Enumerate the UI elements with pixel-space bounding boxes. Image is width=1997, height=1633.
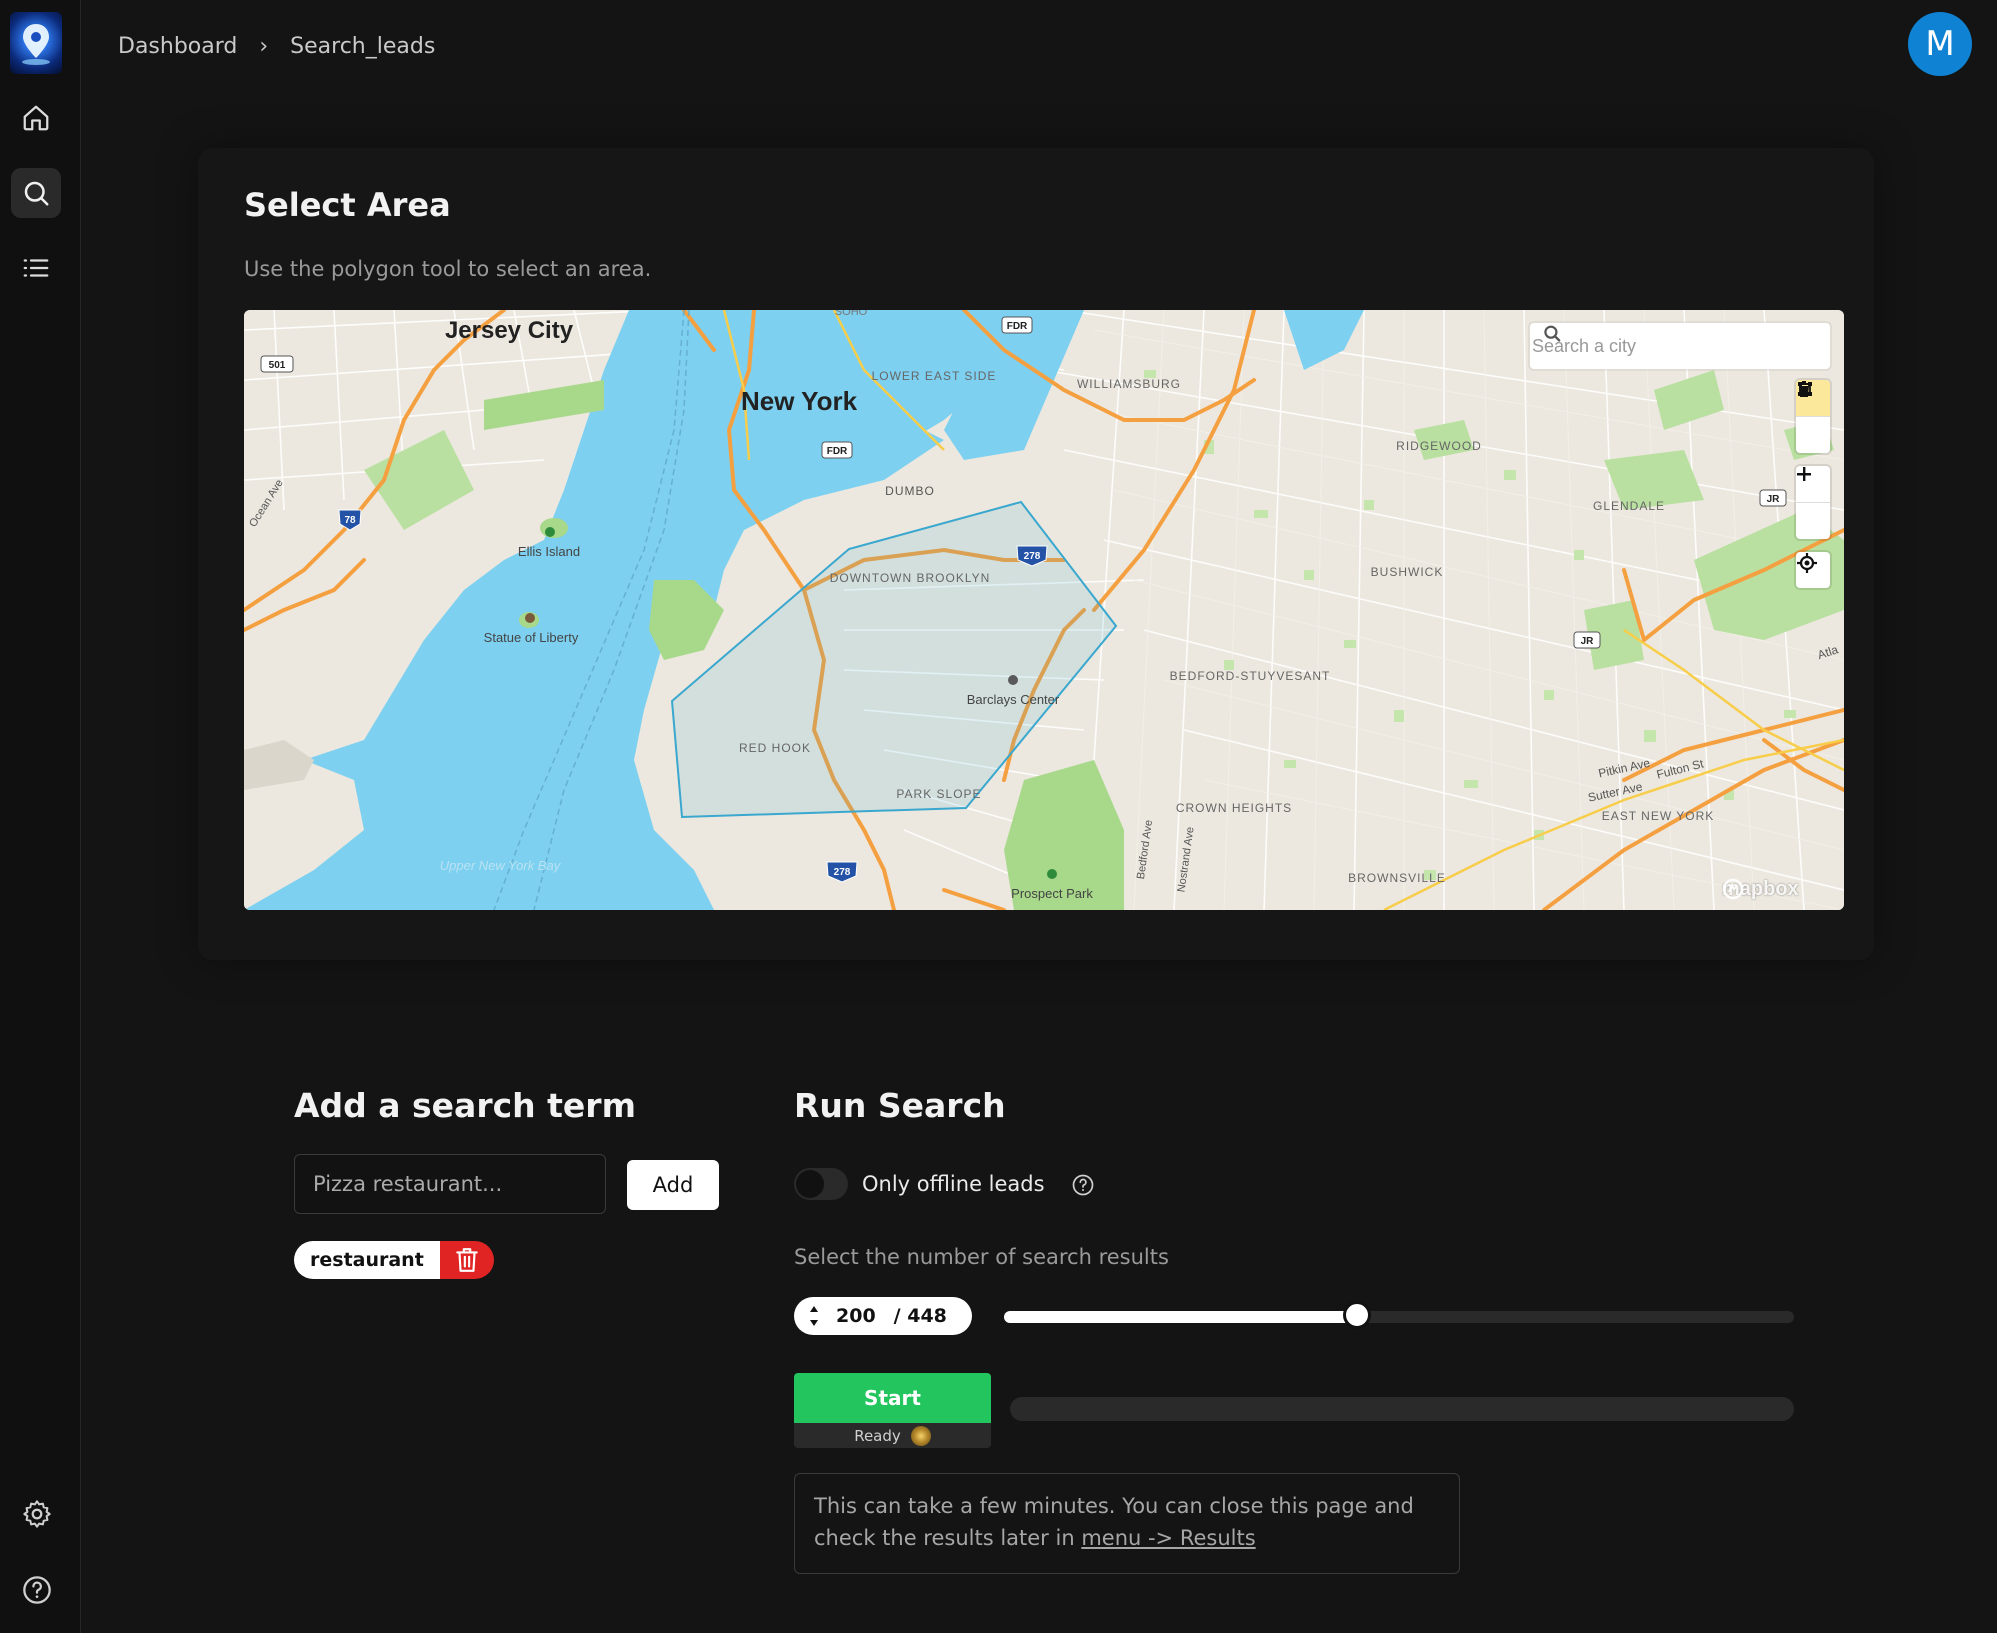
- results-slider[interactable]: [1004, 1301, 1794, 1329]
- trash-icon: [1798, 381, 1810, 397]
- map-label-east-new-york: EAST NEW YORK: [1602, 809, 1715, 823]
- map-label-new-york: New York: [741, 386, 858, 416]
- map-label-ridgewood: RIDGEWOOD: [1396, 439, 1482, 453]
- offline-leads-label: Only offline leads: [862, 1172, 1045, 1196]
- trash-icon: [456, 1248, 478, 1272]
- map-label-bedford-stuyvesant: BEDFORD-STUYVESANT: [1170, 669, 1331, 683]
- search-term-title: Add a search term: [294, 1086, 636, 1125]
- stadium-marker-icon: [1008, 675, 1018, 685]
- map-label-bushwick: BUSHWICK: [1371, 565, 1444, 579]
- gear-icon: [23, 1500, 51, 1528]
- map-label-statue-of-liberty: Statue of Liberty: [484, 630, 579, 645]
- search-term-tag: restaurant: [294, 1241, 494, 1279]
- map-label-dumbo: DUMBO: [885, 484, 935, 498]
- start-control: Start Ready: [794, 1373, 991, 1448]
- minus-icon: [1797, 473, 1811, 476]
- map-label-barclays-center: Barclays Center: [967, 692, 1060, 707]
- search-icon: [1544, 325, 1561, 342]
- map-shield-278: 278: [1024, 551, 1041, 562]
- stepper-arrows-icon[interactable]: [804, 1301, 824, 1331]
- park-marker-icon: [545, 527, 555, 537]
- zoom-controls: [1796, 466, 1830, 539]
- search-term-input[interactable]: [294, 1154, 606, 1214]
- search-icon: [24, 181, 49, 206]
- help-icon: [23, 1576, 51, 1604]
- breadcrumb: Dashboard › Search_leads: [118, 34, 435, 59]
- search-progress-bar: [1010, 1397, 1794, 1421]
- map-pin-logo-icon[interactable]: [10, 12, 62, 74]
- park-marker-icon: [1047, 869, 1057, 879]
- map-shield-fdr: FDR: [1007, 321, 1028, 332]
- list-icon: [23, 259, 49, 277]
- toggle-knob: [796, 1170, 824, 1198]
- map-shield-jr-south: JR: [1581, 636, 1595, 647]
- monument-marker-icon: [525, 613, 535, 623]
- offline-leads-toggle[interactable]: [794, 1168, 848, 1200]
- delete-tag-button[interactable]: [439, 1241, 494, 1279]
- map-shield-78: 78: [344, 515, 356, 526]
- sidebar-item-home[interactable]: [11, 93, 61, 143]
- map-label-park-slope: PARK SLOPE: [896, 787, 981, 801]
- map-shield-278-south: 278: [834, 867, 851, 878]
- results-count-value[interactable]: 200: [836, 1305, 876, 1327]
- select-area-title: Select Area: [244, 186, 451, 224]
- delete-shape-button[interactable]: [1796, 381, 1830, 453]
- search-term-tag-label: restaurant: [294, 1241, 440, 1279]
- zoom-out-button[interactable]: [1796, 473, 1830, 539]
- results-count-label: Select the number of search results: [794, 1245, 1169, 1269]
- mapbox-logo-icon: [1722, 878, 1744, 900]
- chevron-right-icon: ›: [259, 34, 269, 59]
- map-label-downtown-brooklyn: DOWNTOWN BROOKLYN: [830, 571, 991, 585]
- status-text: Ready: [854, 1426, 901, 1445]
- sidebar: [0, 0, 81, 1633]
- map-label-williamsburg: WILLIAMSBURG: [1077, 377, 1181, 391]
- sidebar-item-settings[interactable]: [21, 1498, 53, 1534]
- breadcrumb-dashboard[interactable]: Dashboard: [118, 34, 237, 59]
- start-button[interactable]: Start: [794, 1373, 991, 1423]
- results-count-stepper[interactable]: 200 / 448: [794, 1297, 972, 1335]
- map-shield-501: 501: [269, 360, 286, 371]
- info-box: This can take a few minutes. You can clo…: [794, 1473, 1460, 1574]
- run-search-title: Run Search: [794, 1086, 1006, 1125]
- results-slider-thumb[interactable]: [1342, 1301, 1371, 1329]
- status-indicator-icon: [910, 1425, 931, 1446]
- home-icon: [23, 105, 49, 131]
- map-shield-jr: JR: [1767, 494, 1781, 505]
- map[interactable]: Jersey City New York LOWER EAST SIDE WIL…: [244, 310, 1844, 910]
- select-area-subtitle: Use the polygon tool to select an area.: [244, 257, 652, 281]
- results-slider-fill: [1004, 1311, 1357, 1323]
- results-link[interactable]: menu -> Results: [1081, 1526, 1255, 1550]
- start-status: Ready: [794, 1423, 991, 1448]
- breadcrumb-current: Search_leads: [290, 34, 436, 59]
- map-label-soho: SOHO: [835, 310, 868, 318]
- map-shield-fdr-south: FDR: [827, 446, 848, 457]
- map-label-upper-new-york-bay: Upper New York Bay: [440, 858, 562, 873]
- map-label-prospect-park: Prospect Park: [1011, 886, 1093, 901]
- geolocate-controls: [1796, 552, 1830, 588]
- map-label-ellis-island: Ellis Island: [518, 544, 580, 559]
- map-label-crown-heights: CROWN HEIGHTS: [1176, 801, 1292, 815]
- mapbox-attribution[interactable]: mapbox: [1722, 878, 1799, 901]
- map-label-red-hook: RED HOOK: [739, 741, 811, 755]
- draw-controls: [1796, 380, 1830, 453]
- results-total: / 448: [893, 1305, 947, 1327]
- map-label-brownsville: BROWNSVILLE: [1348, 871, 1446, 885]
- crosshair-icon: [1797, 553, 1817, 573]
- map-label-lower-east-side: LOWER EAST SIDE: [872, 369, 997, 383]
- sidebar-item-results[interactable]: [11, 243, 61, 293]
- map-city-search[interactable]: [1530, 323, 1830, 369]
- geolocate-button[interactable]: [1796, 552, 1830, 588]
- sidebar-item-search[interactable]: [11, 168, 61, 218]
- add-term-button[interactable]: Add: [627, 1160, 719, 1210]
- avatar[interactable]: M: [1908, 12, 1972, 76]
- map-label-jersey-city: Jersey City: [445, 317, 574, 344]
- question-circle-icon: [1072, 1174, 1094, 1196]
- sidebar-item-help[interactable]: [21, 1574, 53, 1610]
- offline-help-button[interactable]: [1071, 1173, 1095, 1201]
- map-label-glendale: GLENDALE: [1593, 499, 1665, 513]
